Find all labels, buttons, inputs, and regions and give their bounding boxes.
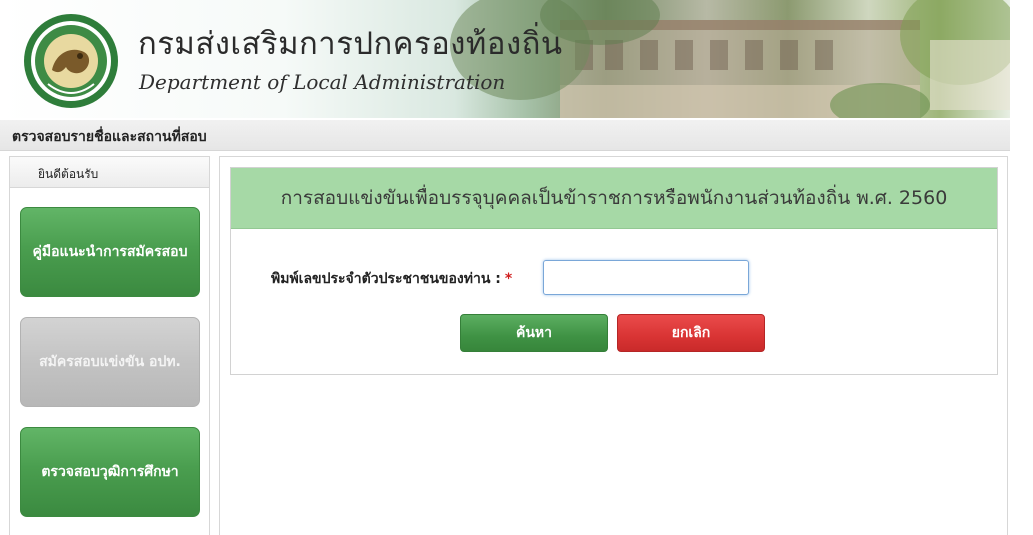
sidebar-item-label: ตรวจสอบวุฒิการศึกษา — [41, 464, 179, 480]
id-number-input[interactable] — [543, 260, 749, 295]
dla-seal-icon — [22, 12, 120, 110]
cancel-button-label: ยกเลิก — [671, 325, 711, 341]
sidebar-item-application-guide[interactable]: คู่มือแนะนำการสมัครสอบ — [20, 207, 200, 297]
sidebar-item-label: คู่มือแนะนำการสมัครสอบ — [32, 244, 188, 260]
header-banner: กรมส่งเสริมการปกครองท้องถิ่น Department … — [0, 0, 1010, 118]
search-button[interactable]: ค้นหา — [460, 314, 608, 352]
sidebar-header: ยินดีต้อนรับ — [10, 157, 209, 188]
cancel-button[interactable]: ยกเลิก — [617, 314, 765, 352]
form-header: การสอบแข่งขันเพื่อบรรจุบุคคลเป็นข้าราชกา… — [231, 168, 997, 229]
main-content: การสอบแข่งขันเพื่อบรรจุบุคคลเป็นข้าราชกา… — [219, 156, 1008, 535]
sidebar-item-check-qualification[interactable]: ตรวจสอบวุฒิการศึกษา — [20, 427, 200, 517]
page-title: ตรวจสอบรายชื่อและสถานที่สอบ — [12, 129, 207, 145]
search-form: การสอบแข่งขันเพื่อบรรจุบุคคลเป็นข้าราชกา… — [230, 167, 998, 375]
sidebar-item-apply-exam[interactable]: สมัครสอบแข่งขัน อปท. — [20, 317, 200, 407]
required-mark: * — [504, 271, 513, 287]
agency-title-english: Department of Local Administration — [139, 70, 506, 94]
sidebar-welcome-label: ยินดีต้อนรับ — [38, 167, 99, 181]
id-number-label-text: พิมพ์เลขประจำตัวประชาชนของท่าน : — [271, 271, 501, 287]
agency-title-thai: กรมส่งเสริมการปกครองท้องถิ่น — [138, 26, 563, 62]
form-title: การสอบแข่งขันเพื่อบรรจุบุคคลเป็นข้าราชกา… — [280, 187, 948, 209]
id-number-label: พิมพ์เลขประจำตัวประชาชนของท่าน : * — [271, 268, 512, 290]
sidebar: ยินดีต้อนรับ คู่มือแนะนำการสมัครสอบ สมัค… — [9, 156, 210, 535]
sidebar-item-label: สมัครสอบแข่งขัน อปท. — [39, 354, 181, 370]
page-title-bar: ตรวจสอบรายชื่อและสถานที่สอบ — [0, 120, 1010, 151]
search-button-label: ค้นหา — [515, 325, 553, 341]
